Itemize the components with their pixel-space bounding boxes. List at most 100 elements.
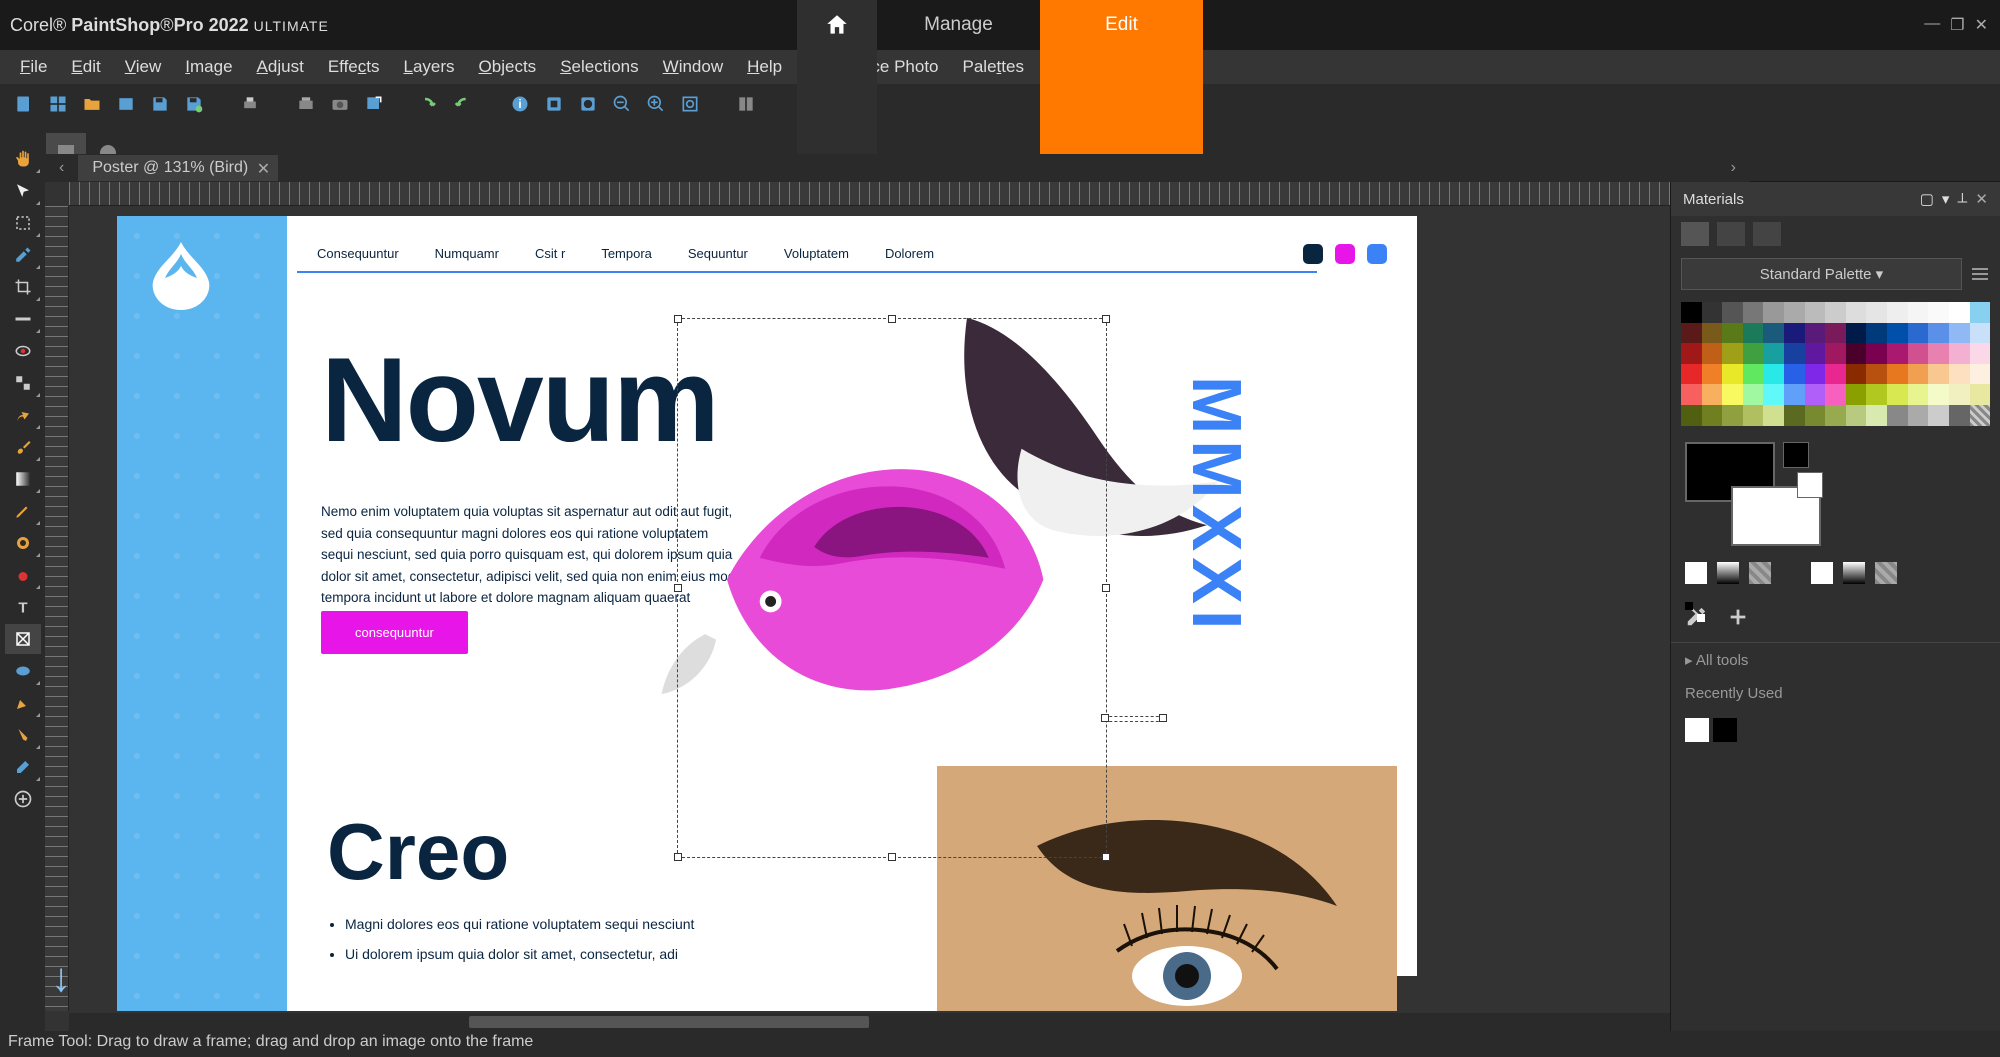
color-swatch[interactable] bbox=[1825, 323, 1846, 344]
color-swatch[interactable] bbox=[1949, 323, 1970, 344]
color-swatch[interactable] bbox=[1743, 343, 1764, 364]
color-swatch[interactable] bbox=[1887, 302, 1908, 323]
color-swatch[interactable] bbox=[1846, 364, 1867, 385]
color-swatch[interactable] bbox=[1846, 384, 1867, 405]
color-swatch[interactable] bbox=[1784, 323, 1805, 344]
ai-upsize-button[interactable] bbox=[574, 90, 602, 118]
fg-mini[interactable] bbox=[1783, 442, 1809, 468]
new-button[interactable] bbox=[10, 90, 38, 118]
color-swatch[interactable] bbox=[1743, 364, 1764, 385]
menu-objects[interactable]: Objects bbox=[469, 53, 547, 81]
mode-solid[interactable] bbox=[1685, 562, 1707, 584]
color-swatch[interactable] bbox=[1846, 405, 1867, 426]
color-swatch[interactable] bbox=[1805, 302, 1826, 323]
maximize-button[interactable]: ❐ bbox=[1950, 15, 1964, 35]
color-swatch[interactable] bbox=[1681, 323, 1702, 344]
menu-edit[interactable]: Edit bbox=[61, 53, 110, 81]
color-swatch[interactable] bbox=[1970, 384, 1991, 405]
color-swatch[interactable] bbox=[1763, 343, 1784, 364]
print-button[interactable] bbox=[236, 90, 264, 118]
color-swatch[interactable] bbox=[1681, 302, 1702, 323]
color-swatch[interactable] bbox=[1949, 302, 1970, 323]
palette-dropdown[interactable]: Standard Palette ▾ bbox=[1681, 258, 1962, 290]
ruler-vertical[interactable] bbox=[45, 206, 69, 1011]
mode-pattern[interactable] bbox=[1749, 562, 1771, 584]
color-swatch[interactable] bbox=[1970, 364, 1991, 385]
close-materials-icon[interactable]: ✕ bbox=[1975, 190, 1988, 208]
menu-image[interactable]: Image bbox=[175, 53, 242, 81]
color-swatch[interactable] bbox=[1763, 364, 1784, 385]
color-swatch[interactable] bbox=[1763, 323, 1784, 344]
color-swatch[interactable] bbox=[1866, 343, 1887, 364]
color-swatch[interactable] bbox=[1702, 384, 1723, 405]
color-swatch[interactable] bbox=[1846, 323, 1867, 344]
menu-effects[interactable]: Effects bbox=[318, 53, 390, 81]
color-swatch[interactable] bbox=[1825, 343, 1846, 364]
color-swatch[interactable] bbox=[1928, 405, 1949, 426]
color-swatch[interactable] bbox=[1970, 302, 1991, 323]
menu-adjust[interactable]: Adjust bbox=[247, 53, 314, 81]
bg-mini[interactable] bbox=[1797, 472, 1823, 498]
color-swatch[interactable] bbox=[1846, 302, 1867, 323]
canvas[interactable]: ConsequunturNumquamrCsit rTemporaSequunt… bbox=[69, 206, 1750, 1011]
resize-button[interactable] bbox=[540, 90, 568, 118]
color-swatch[interactable] bbox=[1784, 302, 1805, 323]
color-swatch[interactable] bbox=[1928, 323, 1949, 344]
close-button[interactable]: ✕ bbox=[1975, 15, 1988, 35]
color-swatch[interactable] bbox=[1784, 384, 1805, 405]
color-swatch[interactable] bbox=[1908, 323, 1929, 344]
color-swatch[interactable] bbox=[1949, 384, 1970, 405]
color-swatch[interactable] bbox=[1681, 364, 1702, 385]
save-as-button[interactable] bbox=[180, 90, 208, 118]
color-swatch[interactable] bbox=[1681, 405, 1702, 426]
color-swatch[interactable] bbox=[1949, 343, 1970, 364]
twain-button[interactable] bbox=[292, 90, 320, 118]
color-swatch[interactable] bbox=[1743, 302, 1764, 323]
hsl-tab[interactable] bbox=[1717, 222, 1745, 246]
color-swatch[interactable] bbox=[1702, 343, 1723, 364]
scrollbar-horizontal[interactable] bbox=[69, 1013, 1750, 1031]
color-swatch[interactable] bbox=[1866, 323, 1887, 344]
menu-window[interactable]: Window bbox=[653, 53, 733, 81]
zoom-fit-button[interactable] bbox=[676, 90, 704, 118]
dock-icon[interactable]: ▢ bbox=[1920, 190, 1934, 208]
color-swatch[interactable] bbox=[1722, 405, 1743, 426]
color-swatch[interactable] bbox=[1928, 302, 1949, 323]
color-swatch[interactable] bbox=[1702, 302, 1723, 323]
palette-menu-icon[interactable] bbox=[1970, 264, 1990, 284]
recent-swatch[interactable] bbox=[1713, 718, 1737, 742]
launch-button[interactable] bbox=[360, 90, 388, 118]
all-tools-section[interactable]: ▸ All tools bbox=[1671, 642, 2000, 677]
color-swatch[interactable] bbox=[1908, 302, 1929, 323]
color-swatch[interactable] bbox=[1805, 364, 1826, 385]
minimize-button[interactable]: — bbox=[1924, 15, 1940, 35]
zoom-in-button[interactable] bbox=[642, 90, 670, 118]
color-swatches[interactable] bbox=[1671, 296, 2000, 432]
color-swatch[interactable] bbox=[1722, 384, 1743, 405]
color-swatch[interactable] bbox=[1784, 405, 1805, 426]
color-swatch[interactable] bbox=[1805, 323, 1826, 344]
redo-button[interactable] bbox=[450, 90, 478, 118]
zoom-out-button[interactable] bbox=[608, 90, 636, 118]
mode-gradient[interactable] bbox=[1717, 562, 1739, 584]
color-swatch[interactable] bbox=[1805, 384, 1826, 405]
color-swatch[interactable] bbox=[1702, 364, 1723, 385]
color-swatch[interactable] bbox=[1866, 364, 1887, 385]
save-button[interactable] bbox=[146, 90, 174, 118]
color-swatch[interactable] bbox=[1825, 364, 1846, 385]
color-swatch[interactable] bbox=[1908, 384, 1929, 405]
color-swatch[interactable] bbox=[1743, 384, 1764, 405]
undo-button[interactable] bbox=[416, 90, 444, 118]
color-swatch[interactable] bbox=[1681, 343, 1702, 364]
mode-pattern-bg[interactable] bbox=[1875, 562, 1897, 584]
info-button[interactable]: i bbox=[506, 90, 534, 118]
swap-colors-icon[interactable] bbox=[1685, 602, 1705, 622]
pan-tool[interactable] bbox=[5, 144, 41, 174]
recent-swatch[interactable] bbox=[1685, 718, 1709, 742]
color-swatch[interactable] bbox=[1928, 384, 1949, 405]
menu-selections[interactable]: Selections bbox=[550, 53, 648, 81]
mode-gradient-bg[interactable] bbox=[1843, 562, 1865, 584]
color-swatch[interactable] bbox=[1908, 405, 1929, 426]
color-swatch[interactable] bbox=[1970, 343, 1991, 364]
document-tab[interactable]: Poster @ 131% (Bird) ✕ bbox=[78, 155, 278, 181]
